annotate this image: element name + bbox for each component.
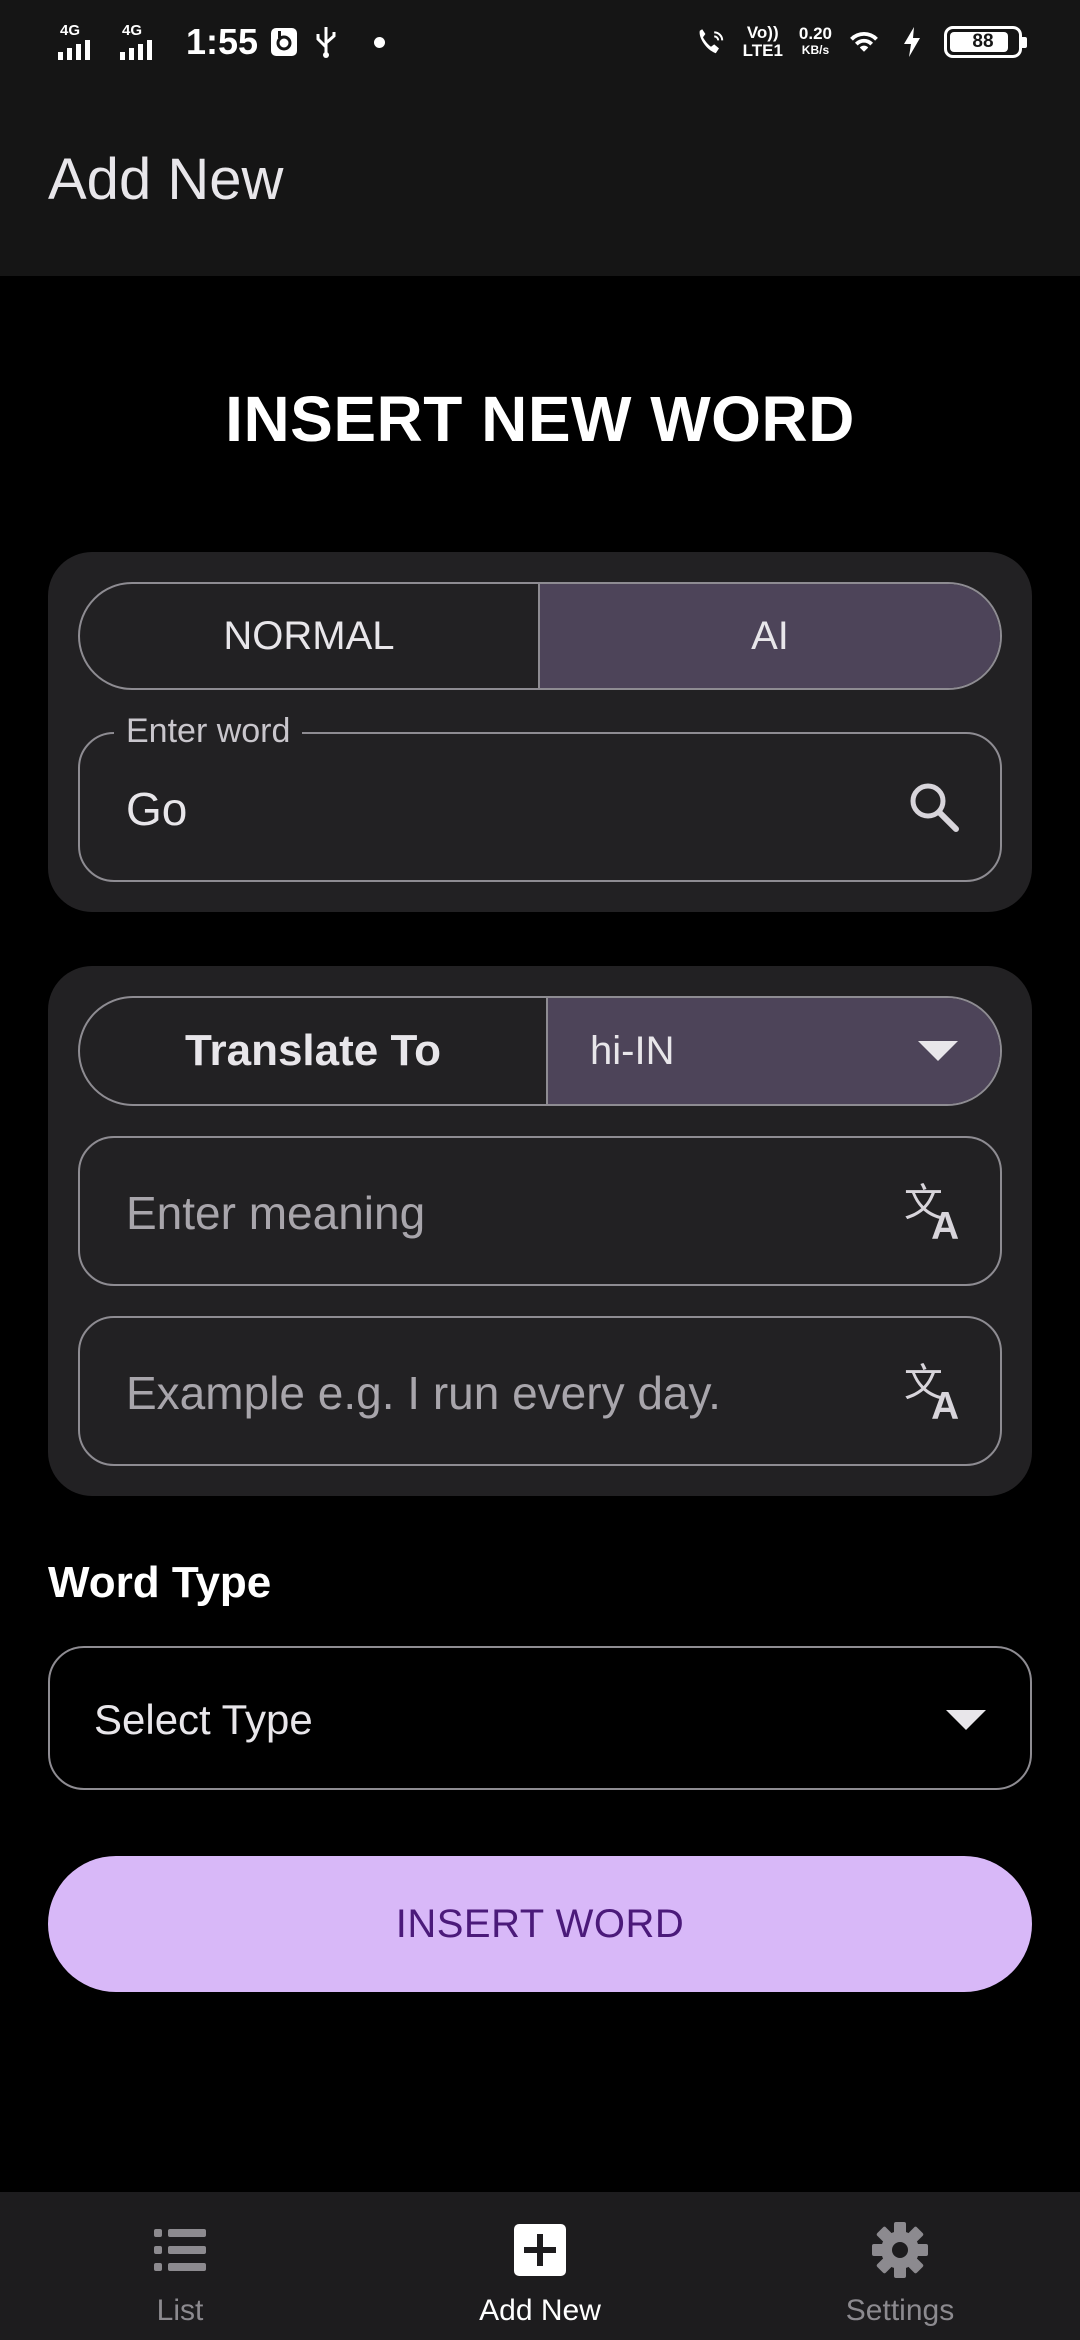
gear-icon: [870, 2220, 930, 2280]
example-field[interactable]: Example e.g. I run every day. 文A: [78, 1316, 1002, 1466]
notification-dot-icon: [374, 36, 386, 48]
battery-icon: 88: [944, 26, 1027, 58]
bottom-navigation: List Add New Settings: [0, 2192, 1080, 2340]
nav-label-list: List: [156, 2294, 204, 2327]
signal-sim2-icon: 4G: [120, 22, 172, 62]
nav-label-settings: Settings: [845, 2294, 955, 2327]
word-type-dropdown[interactable]: Select Type: [48, 1646, 1032, 1790]
usb-settings-icon: [268, 26, 300, 58]
wifi-calling-icon: [695, 26, 727, 58]
mode-normal-button[interactable]: NORMAL: [80, 584, 540, 688]
wifi-icon: [848, 26, 880, 58]
meaning-field[interactable]: Enter meaning 文A: [78, 1136, 1002, 1286]
battery-percent: 88: [972, 31, 994, 52]
example-placeholder: Example e.g. I run every day.: [126, 1367, 721, 1419]
word-type-placeholder: Select Type: [94, 1696, 313, 1743]
nav-item-list[interactable]: List: [0, 2192, 360, 2340]
signal-sim1-icon: 4G: [58, 22, 110, 62]
search-icon[interactable]: [902, 775, 966, 839]
dropdown-arrow-icon: [918, 1041, 958, 1061]
clock: 1:55: [186, 21, 259, 62]
app-bar-title: Add New: [48, 147, 284, 212]
charging-icon: [896, 26, 928, 58]
add-box-icon: [510, 2220, 570, 2280]
translate-to-label: Translate To: [80, 998, 548, 1104]
page-heading: INSERT NEW WORD: [225, 383, 855, 455]
network-type-2: 4G: [122, 22, 143, 39]
nav-item-add-new[interactable]: Add New: [360, 2192, 720, 2340]
svg-text:A: A: [931, 1205, 959, 1242]
app-bar: Add New: [0, 84, 1080, 276]
translate-icon[interactable]: 文A: [902, 1179, 966, 1243]
mode-ai-button[interactable]: AI: [540, 584, 1000, 688]
word-field[interactable]: Enter word Go: [78, 712, 1002, 882]
usb-icon: [310, 26, 342, 58]
nav-label-add-new: Add New: [479, 2294, 601, 2327]
meaning-placeholder: Enter meaning: [126, 1187, 426, 1239]
word-field-value[interactable]: Go: [126, 782, 187, 836]
dropdown-arrow-icon: [946, 1710, 986, 1730]
insert-word-button[interactable]: INSERT WORD: [48, 1856, 1032, 1992]
word-input-card: NORMAL AI Enter word Go: [48, 552, 1032, 912]
svg-text:A: A: [931, 1385, 959, 1422]
language-dropdown[interactable]: hi-IN: [548, 998, 1000, 1104]
network-type-1: 4G: [60, 22, 81, 39]
volte-indicator: Vo)) LTE1: [742, 23, 783, 60]
list-icon: [150, 2220, 210, 2280]
word-type-label: Word Type: [48, 1558, 272, 1607]
mode-toggle: NORMAL AI: [78, 582, 1002, 690]
translate-to-selector: Translate To hi-IN: [78, 996, 1002, 1106]
word-field-label: Enter word: [114, 712, 303, 751]
translate-icon[interactable]: 文A: [902, 1359, 966, 1423]
status-bar: 4G 4G 1:55 Vo)) LTE1 0.20 KB/s 88: [0, 0, 1080, 84]
language-value: hi-IN: [590, 1028, 675, 1073]
nav-item-settings[interactable]: Settings: [720, 2192, 1080, 2340]
network-speed: 0.20 KB/s: [798, 24, 832, 57]
translation-card: Translate To hi-IN Enter meaning 文A Exam…: [48, 966, 1032, 1496]
